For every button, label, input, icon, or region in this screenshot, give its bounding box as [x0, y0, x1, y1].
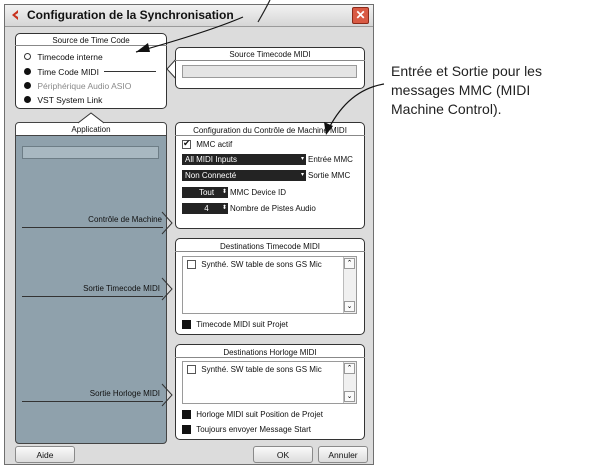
checkbox-checked-icon: ✔ — [182, 138, 191, 149]
radio-asio-device[interactable]: Périphérique Audio ASIO — [24, 81, 131, 91]
mmc-input-select[interactable]: All MIDI Inputs ▾ — [182, 154, 306, 165]
dropdown-arrow-icon: ▾ — [300, 156, 304, 162]
cancel-button[interactable]: Annuler — [318, 446, 368, 463]
audio-tracks-label: Nombre de Pistes Audio — [230, 204, 316, 213]
timecode-follow-label: Timecode MIDI suit Projet — [196, 320, 288, 329]
radio-empty-icon — [24, 53, 31, 60]
radio-vst-system-link[interactable]: VST System Link — [24, 95, 102, 105]
mmc-device-id-stepper[interactable]: Tout ⬍ — [182, 187, 228, 198]
checkbox-filled-icon — [182, 410, 191, 419]
machine-control-label: Contrôle de Machine — [88, 215, 162, 224]
annotation-line-2: messages MMC (MIDI — [391, 82, 531, 98]
checkbox-filled-icon — [182, 425, 191, 434]
mmc-device-id-label: MMC Device ID — [230, 188, 287, 197]
timecode-out-label: Sortie Timecode MIDI — [83, 284, 160, 293]
ok-button[interactable]: OK — [253, 446, 313, 463]
radio-label: Timecode interne — [37, 52, 103, 62]
radio-timecode-midi[interactable]: Time Code MIDI — [24, 67, 99, 77]
checkbox-empty-icon — [187, 260, 196, 269]
mmc-input-value: All MIDI Inputs — [185, 155, 238, 164]
application-notch — [78, 112, 104, 124]
timecode-out-connector — [161, 277, 173, 301]
mmc-active-checkbox[interactable]: ✔ MMC actif — [182, 138, 233, 149]
mmc-annotation: Entrée et Sortie pour les messages MMC (… — [391, 62, 601, 119]
scroll-up-icon[interactable]: ⌃ — [344, 363, 355, 374]
stepper-arrows-icon: ⬍ — [221, 205, 227, 211]
send-start-label: Toujours envoyer Message Start — [196, 425, 311, 434]
annotation-line-3: Machine Control). — [391, 101, 502, 117]
close-button[interactable]: ✕ — [352, 7, 369, 24]
clock-destinations-title: Destinations Horloge MIDI — [223, 348, 317, 357]
radio-filled-icon — [24, 68, 31, 75]
cubase-app-icon — [12, 10, 18, 20]
annotation-arrow-2 — [324, 83, 385, 135]
audio-tracks-value: 4 — [204, 204, 209, 213]
clock-dest-item[interactable]: Synthé. SW table de sons GS Mic — [187, 365, 322, 374]
timecode-dest-item[interactable]: Synthé. SW table de sons GS Mic — [187, 260, 322, 269]
radio-timecode-interne[interactable]: Timecode interne — [24, 52, 103, 62]
clock-follow-checkbox[interactable]: Horloge MIDI suit Position de Projet — [182, 410, 323, 419]
mmc-input-label: Entrée MMC — [308, 155, 353, 164]
radio-label: VST System Link — [37, 95, 103, 105]
timecode-destinations-title: Destinations Timecode MIDI — [219, 242, 321, 251]
application-field[interactable] — [22, 146, 159, 159]
clock-follow-label: Horloge MIDI suit Position de Projet — [196, 410, 323, 419]
scroll-down-icon[interactable]: ⌄ — [344, 301, 355, 312]
application-title: Application — [71, 125, 111, 134]
checkbox-filled-icon — [182, 320, 191, 329]
radio-filled-icon — [24, 82, 31, 89]
machine-connector — [161, 211, 173, 235]
scroll-down-icon[interactable]: ⌄ — [344, 391, 355, 402]
scroll-up-icon[interactable]: ⌃ — [344, 258, 355, 269]
midi-timecode-source-title: Source Timecode MIDI — [229, 50, 311, 59]
audio-tracks-stepper[interactable]: 4 ⬍ — [182, 203, 228, 214]
timecode-dest-item-label: Synthé. SW table de sons GS Mic — [201, 260, 322, 269]
mmc-output-value: Non Connecté — [185, 171, 237, 180]
clock-out-connector — [161, 383, 173, 407]
clock-dest-item-label: Synthé. SW table de sons GS Mic — [201, 365, 322, 374]
radio-filled-icon — [24, 96, 31, 103]
radio-label: Périphérique Audio ASIO — [37, 81, 132, 91]
stepper-arrows-icon: ⬍ — [221, 189, 227, 195]
mmc-active-label: MMC actif — [196, 140, 233, 149]
mmc-output-label: Sortie MMC — [308, 171, 351, 180]
timecode-follow-checkbox[interactable]: Timecode MIDI suit Projet — [182, 320, 288, 329]
radio-label: Time Code MIDI — [37, 67, 99, 77]
dropdown-arrow-icon: ▾ — [300, 172, 304, 178]
clock-out-label: Sortie Horloge MIDI — [89, 389, 160, 398]
help-button[interactable]: Aide — [15, 446, 75, 463]
checkbox-empty-icon — [187, 365, 196, 374]
send-start-checkbox[interactable]: Toujours envoyer Message Start — [182, 425, 311, 434]
midi-timecode-source-field[interactable] — [182, 65, 357, 78]
mmc-device-id-value: Tout — [198, 188, 215, 197]
annotation-line-1: Entrée et Sortie pour les — [391, 63, 542, 79]
mmc-output-select[interactable]: Non Connecté ▾ — [182, 170, 306, 181]
